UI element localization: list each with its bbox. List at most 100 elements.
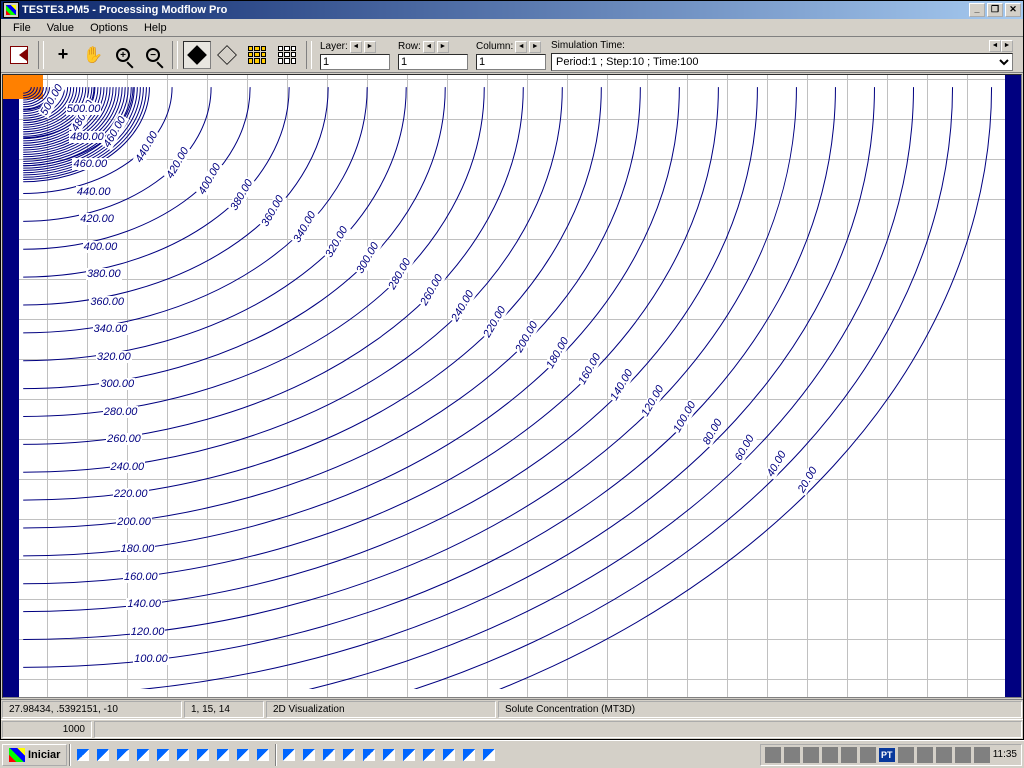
simtime-prev[interactable]: ◄	[989, 40, 1001, 52]
column-label: Column:	[476, 41, 513, 52]
task-8[interactable]	[420, 746, 438, 764]
pan-tool[interactable]: ✋	[79, 41, 107, 69]
fill-cells-tool[interactable]	[183, 41, 211, 69]
diamond-fill-icon	[187, 45, 207, 65]
windows-flag-icon	[9, 748, 25, 762]
column-input[interactable]	[476, 54, 546, 70]
quicklaunch-4[interactable]	[134, 746, 152, 764]
start-button[interactable]: Iniciar	[2, 744, 67, 766]
row-label: Row:	[398, 41, 421, 52]
crosshair-icon: +	[58, 44, 69, 65]
task-3[interactable]	[320, 746, 338, 764]
statusbar: 27.98434, .5392151, -10 1, 15, 14 2D Vis…	[1, 699, 1023, 719]
titlebar: TESTE3.PM5 - Processing Modflow Pro _ ❐ …	[1, 1, 1023, 19]
hand-icon: ✋	[83, 45, 103, 65]
exit-button[interactable]	[5, 41, 33, 69]
window-title: TESTE3.PM5 - Processing Modflow Pro	[22, 4, 227, 16]
zoom-in-tool[interactable]	[109, 41, 137, 69]
zoom-out-icon	[146, 48, 160, 62]
status-empty	[94, 721, 1022, 738]
app-icon	[3, 2, 19, 18]
grid-yellow-icon	[248, 46, 266, 64]
quicklaunch-2[interactable]	[94, 746, 112, 764]
col-down[interactable]: ◄	[515, 41, 527, 53]
app-window: TESTE3.PM5 - Processing Modflow Pro _ ❐ …	[0, 0, 1024, 740]
quicklaunch-10[interactable]	[254, 746, 272, 764]
tray-icon-2[interactable]	[784, 747, 800, 763]
grid-yellow-tool[interactable]	[243, 41, 271, 69]
menu-value[interactable]: Value	[39, 20, 82, 36]
simtime-label: Simulation Time:	[551, 40, 625, 51]
tray-icon-11[interactable]	[974, 747, 990, 763]
restore-button[interactable]: ❐	[987, 3, 1003, 17]
task-2[interactable]	[300, 746, 318, 764]
tray-icon-10[interactable]	[955, 747, 971, 763]
layer-field: Layer: ◄ ►	[320, 40, 390, 70]
language-indicator[interactable]: PT	[879, 748, 895, 762]
model-canvas[interactable]: 20.0040.0060.0080.00100.00100.00120.0012…	[2, 74, 1022, 698]
statusbar2: 1000	[1, 719, 1023, 739]
diamond-outline-icon	[217, 45, 237, 65]
task-10[interactable]	[460, 746, 478, 764]
tray-icon-9[interactable]	[936, 747, 952, 763]
task-11[interactable]	[480, 746, 498, 764]
simtime-field: Simulation Time: ◄ ► Period:1 ; Step:10 …	[551, 39, 1013, 71]
quicklaunch-6[interactable]	[174, 746, 192, 764]
layer-input[interactable]	[320, 54, 390, 70]
task-7[interactable]	[400, 746, 418, 764]
status-mode: 2D Visualization	[266, 701, 496, 718]
tray-icon-4[interactable]	[822, 747, 838, 763]
clock: 11:35	[993, 749, 1017, 760]
row-field: Row: ◄ ►	[398, 40, 468, 70]
tray-icon-8[interactable]	[917, 747, 933, 763]
taskbar: Iniciar PT 11:35	[0, 740, 1024, 768]
start-label: Iniciar	[28, 749, 60, 761]
tray-icon-3[interactable]	[803, 747, 819, 763]
tray-icon-6[interactable]	[860, 747, 876, 763]
status-dataset: Solute Concentration (MT3D)	[498, 701, 1022, 718]
tray-icon-7[interactable]	[898, 747, 914, 763]
row-input[interactable]	[398, 54, 468, 70]
minimize-button[interactable]: _	[969, 3, 985, 17]
column-field: Column: ◄ ►	[476, 40, 546, 70]
quicklaunch-7[interactable]	[194, 746, 212, 764]
status-coords: 27.98434, .5392151, -10	[2, 701, 182, 718]
task-5[interactable]	[360, 746, 378, 764]
status-cell: 1, 15, 14	[184, 701, 264, 718]
task-1[interactable]	[280, 746, 298, 764]
outline-cells-tool[interactable]	[213, 41, 241, 69]
layer-down[interactable]: ◄	[350, 41, 362, 53]
exit-icon	[10, 46, 28, 64]
layer-label: Layer:	[320, 41, 348, 52]
tray-icon-5[interactable]	[841, 747, 857, 763]
menu-help[interactable]: Help	[136, 20, 175, 36]
zoom-in-icon	[116, 48, 130, 62]
contour-plot	[3, 75, 1021, 689]
menu-options[interactable]: Options	[82, 20, 136, 36]
row-up[interactable]: ►	[437, 41, 449, 53]
quicklaunch-8[interactable]	[214, 746, 232, 764]
grid-white-tool[interactable]	[273, 41, 301, 69]
zoom-out-tool[interactable]	[139, 41, 167, 69]
row-down[interactable]: ◄	[423, 41, 435, 53]
task-4[interactable]	[340, 746, 358, 764]
layer-up[interactable]: ►	[364, 41, 376, 53]
toolbar: + ✋ Layer: ◄ ► Row: ◄ ► Column: ◄ ►	[1, 37, 1023, 73]
cursor-tool[interactable]: +	[49, 41, 77, 69]
menubar: File Value Options Help	[1, 19, 1023, 37]
tray-icon-1[interactable]	[765, 747, 781, 763]
task-6[interactable]	[380, 746, 398, 764]
quicklaunch-1[interactable]	[74, 746, 92, 764]
col-up[interactable]: ►	[529, 41, 541, 53]
status-value: 1000	[2, 721, 92, 738]
grid-white-icon	[278, 46, 296, 64]
simtime-next[interactable]: ►	[1001, 40, 1013, 52]
quicklaunch-5[interactable]	[154, 746, 172, 764]
quicklaunch-3[interactable]	[114, 746, 132, 764]
systray: PT 11:35	[760, 744, 1022, 766]
quicklaunch-9[interactable]	[234, 746, 252, 764]
menu-file[interactable]: File	[5, 20, 39, 36]
close-button[interactable]: ✕	[1005, 3, 1021, 17]
simtime-select[interactable]: Period:1 ; Step:10 ; Time:100	[551, 53, 1013, 71]
task-9[interactable]	[440, 746, 458, 764]
